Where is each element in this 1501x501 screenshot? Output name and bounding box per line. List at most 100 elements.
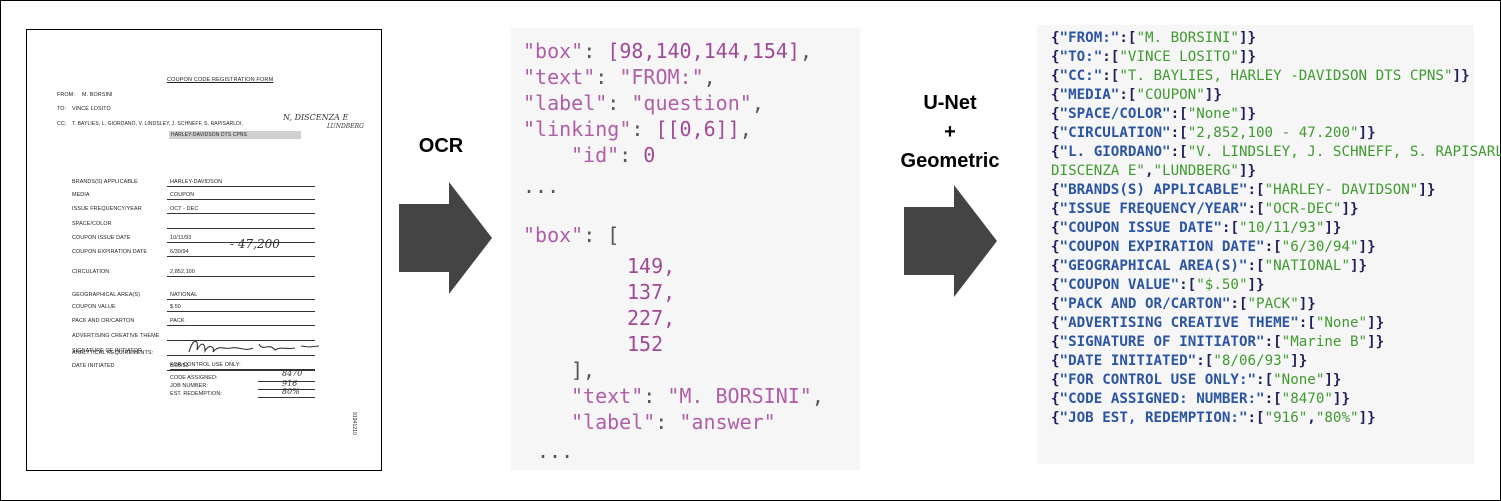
form-row-underline [167, 299, 315, 300]
form-row-underline [167, 199, 315, 200]
analytical-label: ANALYTICAL REQUIREMENTS: [72, 350, 154, 356]
form-row-underline [167, 228, 315, 229]
cc-value: T. BAYLIES, L. GIORDANO, V. LINDSLEY, J.… [72, 121, 243, 127]
job-label: JOB NUMBER: [170, 383, 208, 389]
ocr-ellipsis-1: ... [523, 174, 560, 198]
output-entry: {"ADVERTISING CREATIVE THEME":["None"]} [1051, 315, 1385, 331]
form-row-value: HARLEY-DAVIDSON [170, 179, 223, 185]
output-entry: {"FOR CONTROL USE ONLY:":["None"]} [1051, 372, 1342, 388]
output-entry: {"CIRCULATION":["2,852,100 - 47.200"]} [1051, 125, 1376, 141]
ocr-line-label1: "label": "question", [523, 91, 764, 115]
ocr-box2-value-2: 227, [627, 306, 676, 330]
structured-output-panel: {"FROM:":["M. BORSINI"]} {"TO:":["VINCE L… [1037, 25, 1501, 464]
ocr-text2-key: "text" [571, 384, 644, 408]
output-entry: {"GEOGRAPHICAL AREA(S)":["NATIONAL"]} [1051, 258, 1368, 274]
form-row-underline [167, 256, 315, 257]
ocr-line-id: "id": 0 [571, 143, 656, 167]
ocr-box2-key: "box" [523, 223, 584, 247]
form-row-label: SPACE/COLOR [72, 221, 112, 227]
ocr-line-text2: "text": "M. BORSINI", [571, 384, 824, 408]
form-row-label: GEOGRAPHICAL AREA(S) [72, 292, 140, 298]
form-row-label: COUPON VALUE [72, 304, 116, 310]
form-row-value: COUPON [170, 192, 195, 198]
document-number: 91941210 [351, 412, 357, 436]
output-entry: {"SPACE/COLOR":["None"]} [1051, 106, 1257, 122]
est-label: EST. REDEMPTION: [170, 391, 222, 397]
cc-handwriting-2: LUNDBERG [327, 123, 364, 130]
control-label: FOR CONTROL USE ONLY: [170, 362, 241, 368]
est-underline [258, 397, 315, 398]
ocr-json-panel: "box": [98,140,144,154], "text": "FROM:"… [511, 28, 860, 470]
ocr-box1-value: [98,140,144,154] [607, 39, 800, 63]
from-value: M. BORSINI [82, 92, 113, 98]
form-row-underline [167, 311, 315, 312]
cc-value-2: HARLEY-DAVIDSON DTS CPNS [171, 132, 248, 138]
code-label: CODE ASSIGNED: [170, 375, 218, 381]
form-row-label: PACK AND OR/CARTON [72, 318, 135, 324]
ocr-box2-value-1: 137, [627, 280, 676, 304]
form-row-label: COUPON EXPIRATION DATE [72, 249, 148, 255]
form-row-value: 6/30/94 [170, 249, 189, 255]
code-handwriting: 8470 [282, 369, 303, 378]
arrow-right-icon [904, 185, 997, 297]
form-row-value: 2,852,100 [170, 269, 195, 275]
ocr-line-box1: "box": [98,140,144,154], [523, 39, 813, 63]
unet-label-line-3: Geometric [900, 150, 1000, 172]
form-row-underline [167, 325, 315, 326]
output-entry: {"CC:":["T. BAYLIES, HARLEY -DAVIDSON DT… [1051, 68, 1470, 84]
ocr-ellipsis-2: ... [537, 439, 574, 463]
form-row-label: CIRCULATION [72, 269, 110, 275]
form-row-underline [167, 186, 315, 187]
output-entry: {"MEDIA":["COUPON"]} [1051, 87, 1222, 103]
output-entry: {"ISSUE FREQUENCY/YEAR":["OCR-DEC"]} [1051, 201, 1359, 217]
form-row-label: COUPON ISSUE DATE [72, 235, 131, 241]
from-label: FROM: [57, 92, 75, 98]
form-row-label: BRANDS(S) APPLICABLE [72, 179, 138, 185]
output-entry: {"SIGNATURE OF INITIATOR":["Marine B"]} [1051, 334, 1385, 350]
output-entry: {"DATE INITIATED":["8/06/93"]} [1051, 353, 1308, 369]
form-title: COUPON CODE REGISTRATION FORM [167, 77, 274, 83]
est-handwriting: 80% [282, 387, 300, 396]
ocr-text1-value: "FROM:" [619, 65, 704, 89]
ocr-label: OCR [418, 135, 464, 157]
ocr-box2-close: ], [571, 358, 596, 382]
arrow-right-icon [399, 182, 492, 294]
ocr-label1-key: "label" [523, 91, 608, 115]
ocr-label2-key: "label" [571, 410, 656, 434]
unet-label-line-2: + [944, 121, 956, 143]
output-entry: {"BRANDS(S) APPLICABLE":["HARLEY- DAVIDS… [1051, 182, 1436, 198]
ocr-box2-value-3: 152 [627, 332, 664, 356]
output-entry: {"COUPON EXPIRATION DATE":["6/30/94"]} [1051, 239, 1376, 255]
ocr-box1-key: "box" [523, 39, 584, 63]
to-label: TO: [57, 106, 67, 112]
form-row-value: $.50 [170, 304, 181, 310]
output-entry: {"FROM:":["M. BORSINI"]} [1051, 30, 1257, 46]
signature-scribble [188, 340, 320, 354]
unet-label-line-1: U-Net [923, 92, 977, 114]
ocr-linking-key: "linking" [523, 117, 632, 141]
ocr-line-text1: "text": "FROM:", [523, 65, 716, 89]
form-content: COUPON CODE REGISTRATION FORM FROM: M. B… [27, 30, 381, 470]
form-row-label: ADVERTISING CREATIVE THEME [72, 333, 160, 339]
output-entry: {"TO:":["VINCE LOSITO"]} [1051, 49, 1257, 65]
output-entry: {"JOB EST, REDEMPTION:":["916","80%"]} [1051, 410, 1376, 426]
ocr-id-key: "id" [571, 143, 620, 167]
output-entry: {"L. GIORDANO":["V. LINDSLEY, J. SCHNEFF… [1051, 144, 1501, 160]
form-row-underline [167, 213, 315, 214]
ocr-text1-key: "text" [523, 65, 596, 89]
ocr-linking-value: [[0,6]] [655, 117, 740, 141]
ocr-label1-value: "question" [631, 91, 752, 115]
to-value: VINCE LOSITO [72, 106, 111, 112]
ocr-label2-value: "answer" [679, 410, 776, 434]
ocr-line-box2: "box": [ [523, 223, 620, 247]
ocr-line-label2: "label": "answer" [571, 410, 776, 434]
output-entry-continuation: DISCENZA E","LUNDBERG"]} [1051, 163, 1257, 179]
form-row-value: PACK [170, 318, 185, 324]
form-row-value: OCT - DEC [170, 206, 199, 212]
form-row-underline [167, 276, 315, 277]
ocr-line-linking: "linking": [[0,6]], [523, 117, 752, 141]
scanned-form: COUPON CODE REGISTRATION FORM FROM: M. B… [26, 29, 382, 471]
ocr-text2-value: "M. BORSINI" [667, 384, 812, 408]
output-entry: {"COUPON ISSUE DATE":["10/11/93"]} [1051, 220, 1342, 236]
cc-handwriting-1: N, DISCENZA E [283, 113, 349, 122]
